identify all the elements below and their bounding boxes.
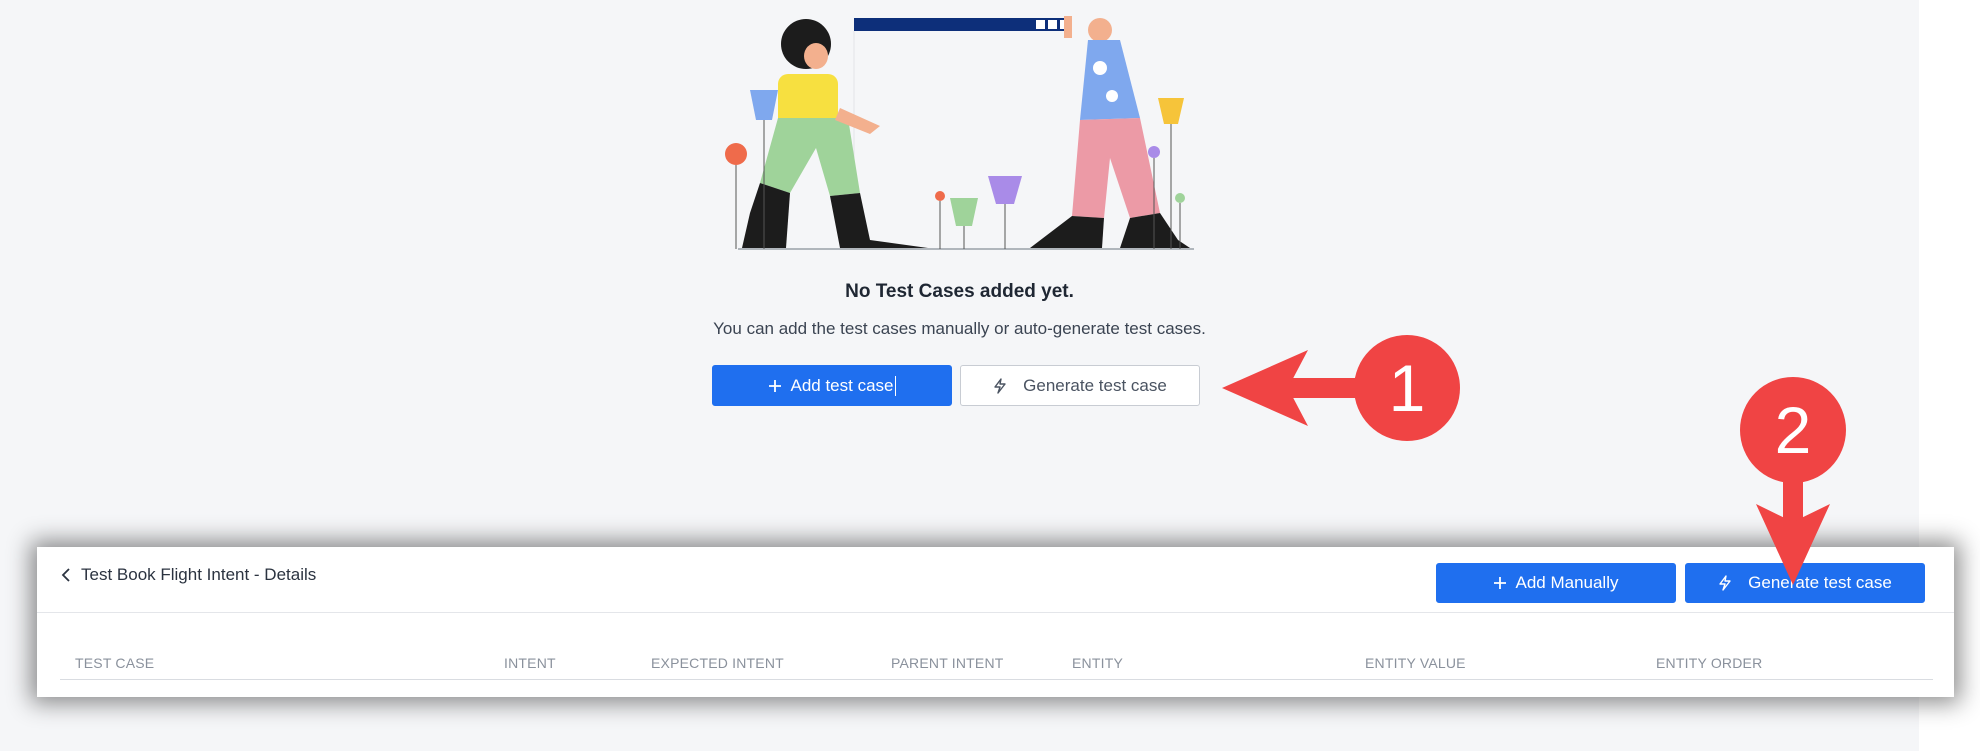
- generate-test-case-button-panel[interactable]: Generate test case: [1685, 563, 1925, 603]
- column-header-parent-intent[interactable]: PARENT INTENT: [891, 655, 1004, 671]
- page-title: Test Book Flight Intent - Details: [81, 565, 317, 584]
- generate-test-case-label: Generate test case: [1023, 375, 1167, 395]
- add-manually-button[interactable]: Add Manually: [1436, 563, 1676, 603]
- generate-test-case-button[interactable]: Generate test case: [960, 365, 1200, 406]
- back-link[interactable]: Test Book Flight Intent - Details: [61, 565, 316, 585]
- column-header-intent[interactable]: INTENT: [504, 655, 556, 671]
- plus-icon: [1493, 576, 1507, 590]
- generate-test-case-label: Generate test case: [1748, 573, 1892, 592]
- empty-state-illustration: [725, 16, 1194, 250]
- empty-state-title: No Test Cases added yet.: [845, 281, 1074, 302]
- chevron-left-icon: [61, 567, 71, 583]
- panel-header: Test Book Flight Intent - Details Add Ma…: [37, 547, 1954, 613]
- column-header-test-case[interactable]: TEST CASE: [75, 655, 154, 671]
- column-header-expected-intent[interactable]: EXPECTED INTENT: [651, 655, 784, 671]
- add-manually-label: Add Manually: [1515, 573, 1619, 592]
- lightning-icon: [993, 377, 1007, 394]
- lightning-icon: [1718, 575, 1732, 591]
- add-test-case-label: Add test case: [790, 375, 894, 395]
- test-case-table-header: TEST CASE INTENT EXPECTED INTENT PARENT …: [60, 643, 1933, 680]
- empty-state-subtitle: You can add the test cases manually or a…: [713, 319, 1206, 338]
- plus-icon: [768, 379, 782, 393]
- details-panel: Test Book Flight Intent - Details Add Ma…: [37, 547, 1954, 697]
- column-header-entity[interactable]: ENTITY: [1072, 655, 1123, 671]
- column-header-entity-order[interactable]: ENTITY ORDER: [1656, 655, 1762, 671]
- column-header-entity-value[interactable]: ENTITY VALUE: [1365, 655, 1466, 671]
- page-background: No Test Cases added yet. You can add the…: [0, 0, 1954, 751]
- text-caret: [894, 375, 896, 396]
- add-test-case-button[interactable]: Add test case: [712, 365, 952, 406]
